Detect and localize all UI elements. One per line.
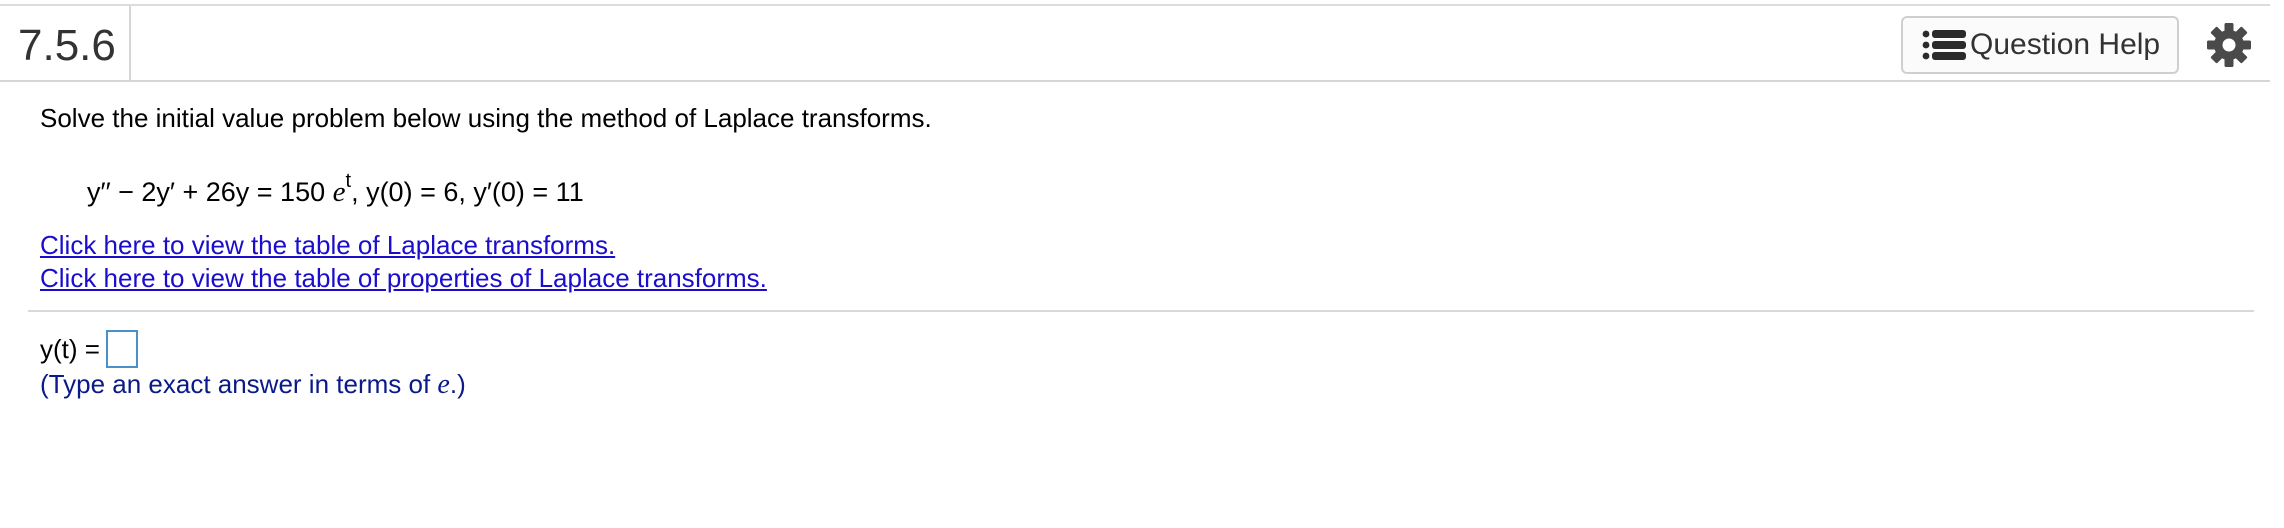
section-divider bbox=[28, 310, 2254, 312]
answer-hint: (Type an exact answer in terms of e.) bbox=[40, 366, 466, 403]
list-icon bbox=[1922, 30, 1966, 60]
equation-exponent: t bbox=[345, 170, 352, 192]
question-header: 7.5.6 Question Help bbox=[0, 6, 2270, 82]
header-divider bbox=[129, 6, 131, 80]
problem-instructions: Solve the initial value problem below us… bbox=[40, 103, 932, 133]
equation-lhs: y′′ − 2y′ + 26y = 150 bbox=[87, 177, 326, 207]
answer-input[interactable] bbox=[105, 330, 138, 368]
differential-equation: y′′ − 2y′ + 26y = 150 et, y(0) = 6, y′(0… bbox=[87, 167, 584, 210]
question-number: 7.5.6 bbox=[18, 21, 116, 70]
hint-suffix: .) bbox=[449, 369, 466, 399]
question-help-label: Question Help bbox=[1970, 28, 2161, 61]
answer-label: y(t) = bbox=[40, 334, 100, 364]
hint-variable: e bbox=[437, 369, 450, 400]
initial-conditions: , y(0) = 6, y′(0) = 11 bbox=[351, 177, 584, 207]
hint-prefix: (Type an exact answer in terms of bbox=[40, 369, 431, 399]
equation-exp-base: e bbox=[332, 176, 346, 208]
question-help-button[interactable]: Question Help bbox=[1901, 16, 2179, 74]
answer-row: y(t) = bbox=[40, 330, 138, 368]
laplace-properties-link[interactable]: Click here to view the table of properti… bbox=[40, 261, 767, 295]
laplace-table-link[interactable]: Click here to view the table of Laplace … bbox=[40, 228, 615, 262]
gear-icon[interactable] bbox=[2206, 22, 2252, 68]
